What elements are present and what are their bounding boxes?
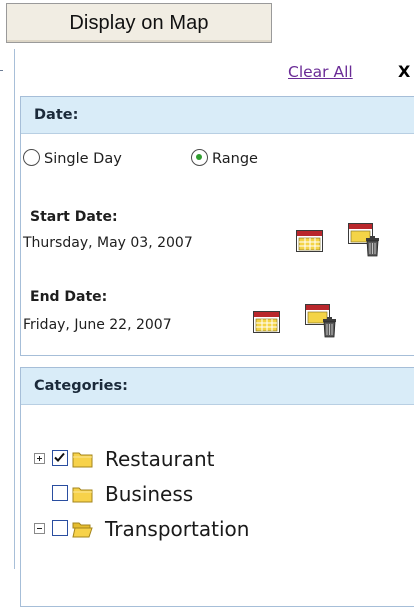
date-heading: Date: [21,97,414,134]
tree-item-business[interactable]: Business [21,482,401,508]
single-day-radio[interactable] [23,149,40,166]
date-section: Date: Single Day Range Start Date: Thurs… [20,96,414,356]
tree-item-label[interactable]: Transportation [105,517,249,541]
calendar-trash-icon[interactable] [348,223,382,257]
folder-icon [72,487,93,503]
panel-toolbar: Clear All X [15,57,414,87]
tree-item-label[interactable]: Business [105,482,193,506]
checkmark-icon [54,452,65,462]
tree-item-label[interactable]: Restaurant [105,447,215,471]
range-label[interactable]: Range [212,151,258,167]
end-date-label: End Date: [30,289,108,305]
calendar-icon[interactable] [296,230,323,252]
start-date-label: Start Date: [30,209,118,225]
categories-section: Categories: Restaurant Business Transpor… [20,367,414,607]
calendar-trash-icon[interactable] [305,304,339,338]
date-mode-radios: Single Day Range [21,147,414,171]
filter-panel: Clear All X Date: Single Day Range Start… [14,49,414,607]
checkbox-restaurant[interactable] [52,450,68,466]
folder-icon [72,452,93,468]
checkbox-transportation[interactable] [52,520,68,536]
checkbox-business[interactable] [52,485,68,501]
end-date-value: Friday, June 22, 2007 [23,317,172,333]
expand-icon[interactable] [34,453,45,464]
range-radio[interactable] [191,149,208,166]
single-day-label[interactable]: Single Day [44,151,122,167]
clear-all-link[interactable]: Clear All [288,63,353,81]
categories-heading: Categories: [21,368,414,405]
tree-item-restaurant[interactable]: Restaurant [21,447,401,473]
calendar-icon[interactable] [253,311,280,333]
divider-tick [0,70,3,71]
collapse-icon[interactable] [34,523,45,534]
folder-open-icon [72,522,93,538]
display-on-map-button[interactable]: Display on Map [6,3,272,43]
close-button[interactable]: X [398,62,410,81]
start-date-value: Thursday, May 03, 2007 [23,235,193,251]
tree-item-transportation[interactable]: Transportation [21,517,401,543]
